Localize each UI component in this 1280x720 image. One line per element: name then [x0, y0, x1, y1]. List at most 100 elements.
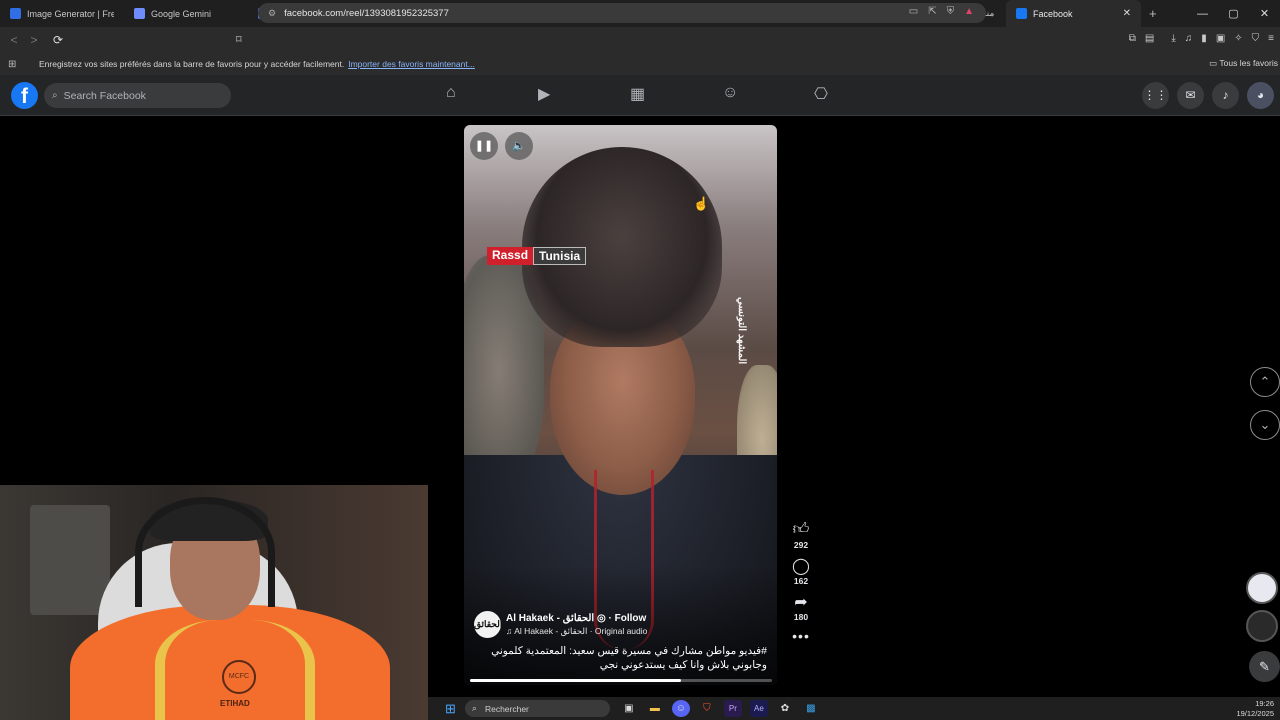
taskbar-apps: ▣ ▬ ☺ ⛉ Pr Ae ✿ ▩ [620, 700, 820, 717]
system-clock[interactable]: 19:26 19/12/2025 [1236, 699, 1274, 719]
facebook-center-nav: ⌂ ▶ ▦ ☺ ⎔ [446, 84, 906, 104]
download-icon[interactable]: ⤓ [1171, 33, 1175, 44]
extensions-toolbar: ⧉ ▤ ⤓ ♫ ▮ ▣ ✧ ⛉ ≡ [1129, 33, 1274, 44]
like-button[interactable]: 👍︎ 292 [793, 520, 810, 550]
bookmark-star-icon[interactable]: ⌑ [236, 33, 242, 46]
close-tab-icon[interactable]: ✕ [1123, 8, 1131, 19]
brave-rewards-icon[interactable]: ▲ [964, 6, 974, 17]
maximize-button[interactable]: ▢ [1218, 7, 1249, 20]
url-omnibox[interactable]: ⚙ facebook.com/reel/1393081952325377 ▭ ⇱… [258, 3, 986, 23]
taskbar-search-placeholder: Rechercher [484, 703, 529, 714]
file-explorer-icon[interactable]: ▬ [646, 700, 664, 717]
import-bookmarks-link[interactable]: Importer des favoris maintenant... [348, 59, 475, 69]
messenger-icon[interactable]: ✉ [1177, 82, 1204, 109]
menu-icon[interactable]: ≡ [1268, 33, 1274, 44]
after-effects-icon[interactable]: Ae [749, 700, 768, 717]
menu-grid-icon[interactable]: ⋮⋮ [1142, 82, 1169, 109]
task-view-icon[interactable]: ▣ [620, 700, 638, 717]
pause-icon[interactable]: ❚❚ [470, 132, 498, 160]
contact-avatar[interactable] [1246, 610, 1278, 642]
minimize-button[interactable]: — [1187, 8, 1218, 20]
omnibox-actions: ▭ ⇱ ⛨ ▲ [909, 6, 974, 17]
share-button[interactable]: ➦ 180 [794, 592, 808, 622]
share-icon[interactable]: ⇱ [928, 6, 936, 17]
next-reel-button[interactable]: ⌄ [1250, 410, 1280, 440]
clock-date: 19/12/2025 [1236, 709, 1274, 718]
author-avatar[interactable]: الحقائق [474, 611, 502, 638]
site-info-icon[interactable]: ⚙ [268, 8, 276, 19]
facebook-top-nav: f ⌕ Search Facebook ⌂ ▶ ▦ ☺ ⎔ ⋮⋮ ✉ ♪ ◕ [0, 75, 1280, 116]
jersey-sponsor: ETIHAD [220, 699, 250, 708]
taskbar-search-input[interactable]: ⌕ Rechercher [464, 700, 610, 717]
like-count: 292 [793, 540, 809, 550]
comment-button[interactable]: ◯ 162 [792, 556, 810, 586]
premiere-pro-icon[interactable]: Pr [723, 700, 742, 717]
profile-avatar[interactable]: ◕ [1247, 82, 1274, 109]
shield-icon[interactable]: ⛨ [947, 6, 955, 17]
browser-tab[interactable]: Google Gemini [124, 0, 248, 27]
close-window-button[interactable]: ✕ [1249, 7, 1280, 20]
search-icon: ⌕ [471, 703, 477, 713]
notifications-bell-icon[interactable]: ♪ [1212, 82, 1239, 109]
address-bar: < > ⟳ [0, 27, 1280, 53]
groups-icon[interactable]: ☺ [722, 84, 814, 104]
url-text: facebook.com/reel/1393081952325377 [284, 7, 449, 19]
apps-grid-icon[interactable]: ⊞ [8, 59, 22, 70]
headphones-icon [135, 497, 275, 607]
facebook-icon [1016, 8, 1027, 19]
davinci-resolve-icon[interactable]: ✿ [776, 700, 794, 717]
bookmarks-message: Enregistrez vos sites préférés dans la b… [39, 59, 345, 69]
leo-ai-icon[interactable]: ✧ [1234, 33, 1242, 44]
media-icon[interactable]: ♫ [1185, 33, 1193, 44]
facebook-logo-icon[interactable]: f [11, 82, 38, 109]
search-icon: ⌕ [52, 90, 58, 101]
reel-video-player[interactable]: ❚❚ 🔈 Rassd Tunisia المشهد التونسي الحقائ… [464, 125, 777, 685]
video-progress-bar[interactable] [470, 679, 772, 682]
new-message-icon[interactable]: ✎ [1249, 651, 1280, 682]
mouse-cursor-icon: ☝ [693, 196, 710, 211]
badge-rassd: Rassd [487, 247, 534, 265]
reel-author: الحقائق Al Hakaek - الحقائق ◎ · Follow ♫… [474, 611, 647, 638]
more-options-icon[interactable]: ••• [792, 628, 810, 644]
browser-tab[interactable]: Image Generator | Freepik [0, 0, 124, 27]
previous-reel-button[interactable]: ⌃ [1250, 367, 1280, 397]
search-placeholder: Search Facebook [63, 89, 146, 102]
volume-icon[interactable]: 🔈 [505, 132, 533, 160]
all-bookmarks-button[interactable]: ▭ Tous les favoris [1209, 58, 1278, 69]
window-controls: — ▢ ✕ [1187, 0, 1280, 27]
forward-button[interactable]: > [24, 33, 44, 47]
marketplace-icon[interactable]: ▦ [630, 84, 722, 104]
photos-icon[interactable]: ▩ [802, 700, 820, 717]
brave-browser-icon[interactable]: ⛉ [698, 700, 716, 717]
home-icon[interactable]: ⌂ [446, 84, 538, 104]
audio-label[interactable]: ♫ Al Hakaek - الحقائق · Original audio [506, 626, 647, 637]
discord-icon[interactable]: ☺ [671, 700, 690, 717]
back-button[interactable]: < [4, 33, 24, 47]
video-icon[interactable]: ▶ [538, 84, 630, 104]
windows-start-icon[interactable]: ⊞ [445, 701, 456, 717]
wallet-icon[interactable]: ▣ [1216, 33, 1225, 44]
share-arrow-icon: ➦ [794, 594, 808, 611]
vpn-icon[interactable]: ⛉ [1252, 33, 1260, 44]
cast-icon[interactable]: ▭ [909, 6, 918, 17]
facebook-search-input[interactable]: ⌕ Search Facebook [44, 83, 231, 108]
gaming-icon[interactable]: ⎔ [814, 84, 906, 104]
contact-avatar[interactable] [1246, 572, 1278, 604]
gemini-icon [134, 8, 145, 19]
bookmarks-bar: ⊞ Enregistrez vos sites préférés dans la… [0, 53, 1280, 75]
browser-tab[interactable]: Facebook ✕ [1006, 0, 1141, 27]
video-watermark: المشهد التونسي [736, 297, 747, 365]
reading-list-icon[interactable]: ▤ [1145, 33, 1154, 44]
browser-tab-title: Image Generator | Freepik [27, 8, 114, 19]
reel-caption: #فيديو مواطن مشارك في مسيرة قيس سعيد: ال… [491, 645, 767, 671]
reload-button[interactable]: ⟳ [48, 33, 68, 47]
webcam-overlay: MCFC ETIHAD [0, 485, 428, 720]
extension-puzzle-icon[interactable]: ⧉ [1129, 33, 1136, 44]
author-name[interactable]: Al Hakaek - الحقائق ◎ · Follow [506, 613, 647, 624]
browser-tab-title: Google Gemini [151, 8, 212, 19]
jersey-crest-icon: MCFC [222, 660, 256, 694]
share-count: 180 [793, 612, 809, 622]
sidebar-icon[interactable]: ▮ [1201, 33, 1207, 44]
new-tab-button[interactable]: + [1141, 6, 1165, 21]
video-progress-fill [470, 679, 682, 682]
